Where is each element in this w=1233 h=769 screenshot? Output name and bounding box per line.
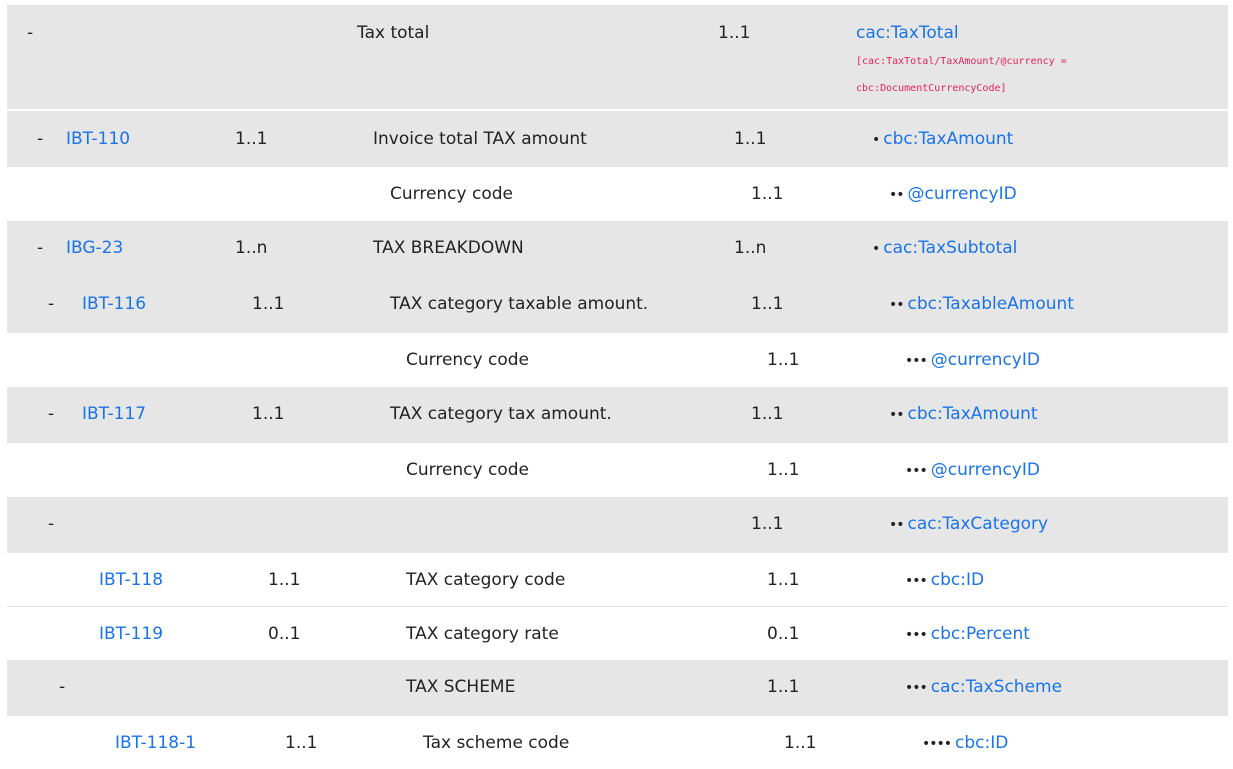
depth-dots: •• xyxy=(889,517,904,533)
ubl-path: • cac:TaxSubtotal xyxy=(872,237,1017,260)
ubl-path: ••• @currencyID xyxy=(905,459,1040,482)
ubl-path-link[interactable]: cbc:TaxAmount xyxy=(908,403,1038,425)
ubl-path-link[interactable]: cbc:Percent xyxy=(931,623,1030,645)
ubl-cardinality: 1..n xyxy=(734,238,767,258)
ubl-path: ••• cac:TaxScheme xyxy=(905,676,1062,699)
business-term-link[interactable]: IBT-118 xyxy=(99,569,163,591)
collapse-toggle[interactable]: - xyxy=(37,128,43,150)
element-name: TAX category rate xyxy=(406,624,559,644)
ubl-path: •• @currencyID xyxy=(889,183,1017,206)
element-name: TAX SCHEME xyxy=(406,677,516,697)
ubl-path-link[interactable]: cac:TaxCategory xyxy=(908,513,1049,535)
element-name: TAX category taxable amount. xyxy=(390,294,649,314)
depth-dots: ••• xyxy=(905,573,928,589)
table-row: - IBT-116 1..1 TAX category taxable amou… xyxy=(7,277,1228,333)
element-name: TAX BREAKDOWN xyxy=(373,238,524,258)
cardinality: 1..1 xyxy=(252,404,285,424)
depth-dots: ••• xyxy=(905,463,928,479)
collapse-toggle[interactable]: - xyxy=(48,513,54,535)
cardinality: 1..1 xyxy=(252,294,285,314)
table-row: - IBT-110 1..1 Invoice total TAX amount … xyxy=(7,111,1228,167)
ubl-path: •• cbc:TaxableAmount xyxy=(889,293,1074,316)
ubl-path: ••• @currencyID xyxy=(905,349,1040,372)
ubl-path: • cbc:TaxAmount xyxy=(872,128,1013,151)
business-group-link[interactable]: IBG-23 xyxy=(66,237,123,259)
table-row: - IBG-23 1..n TAX BREAKDOWN 1..n • cac:T… xyxy=(7,221,1228,277)
ubl-cardinality: 1..1 xyxy=(751,404,784,424)
syntax-binding-table: - Tax total 1..1 cac:TaxTotal [cac:TaxTo… xyxy=(0,0,1233,769)
collapse-toggle[interactable]: - xyxy=(48,403,54,425)
ubl-path-link[interactable]: cac:TaxTotal xyxy=(856,22,959,44)
depth-dots: ••• xyxy=(905,627,928,643)
ubl-path-link[interactable]: cac:TaxSubtotal xyxy=(883,237,1017,259)
depth-dots: •• xyxy=(889,297,904,313)
ubl-path: •••• cbc:ID xyxy=(922,732,1008,755)
depth-dots: • xyxy=(872,241,880,257)
rule-note-line-1: [cac:TaxTotal/TaxAmount/@currency = xyxy=(856,56,1067,67)
business-term-link[interactable]: IBT-118-1 xyxy=(115,732,196,754)
cardinality: 1..1 xyxy=(235,129,268,149)
element-name: Invoice total TAX amount xyxy=(373,129,587,149)
cardinality: 1..n xyxy=(235,238,268,258)
depth-dots: ••• xyxy=(905,680,928,696)
ubl-cardinality: 1..1 xyxy=(767,570,800,590)
ubl-path-link[interactable]: @currencyID xyxy=(931,459,1040,481)
business-term-link[interactable]: IBT-119 xyxy=(99,623,163,645)
collapse-toggle[interactable]: - xyxy=(37,237,43,259)
table-row: - TAX SCHEME 1..1 ••• cac:TaxScheme xyxy=(7,660,1228,716)
ubl-cardinality: 1..1 xyxy=(751,514,784,534)
ubl-cardinality: 1..1 xyxy=(784,733,817,753)
ubl-cardinality: 1..1 xyxy=(718,23,751,43)
ubl-cardinality: 0..1 xyxy=(767,624,800,644)
table-row: IBT-118-1 1..1 Tax scheme code 1..1 ••••… xyxy=(7,716,1228,769)
cardinality: 1..1 xyxy=(268,570,301,590)
depth-dots: ••• xyxy=(905,353,928,369)
collapse-toggle[interactable]: - xyxy=(59,676,65,698)
rule-note-line-2: cbc:DocumentCurrencyCode] xyxy=(856,83,1007,94)
table-row: Currency code 1..1 ••• @currencyID xyxy=(7,333,1228,387)
table-row: - IBT-117 1..1 TAX category tax amount. … xyxy=(7,387,1228,443)
table-row: Currency code 1..1 •• @currencyID xyxy=(7,167,1228,221)
depth-dots: •• xyxy=(889,407,904,423)
collapse-toggle[interactable]: - xyxy=(48,293,54,315)
depth-dots: • xyxy=(872,132,880,148)
ubl-path-link[interactable]: cbc:ID xyxy=(955,732,1008,754)
cardinality: 1..1 xyxy=(285,733,318,753)
ubl-path-link[interactable]: @currencyID xyxy=(931,349,1040,371)
ubl-cardinality: 1..1 xyxy=(751,294,784,314)
cardinality: 0..1 xyxy=(268,624,301,644)
ubl-path-link[interactable]: cbc:TaxAmount xyxy=(883,128,1013,150)
depth-dots: •• xyxy=(889,187,904,203)
ubl-cardinality: 1..1 xyxy=(767,677,800,697)
ubl-path-link[interactable]: cbc:TaxableAmount xyxy=(908,293,1074,315)
business-term-link[interactable]: IBT-117 xyxy=(82,403,146,425)
ubl-path: •• cbc:TaxAmount xyxy=(889,403,1038,426)
table-row: IBT-118 1..1 TAX category code 1..1 ••• … xyxy=(7,553,1228,606)
collapse-toggle[interactable]: - xyxy=(27,22,33,44)
element-name: TAX category tax amount. xyxy=(390,404,612,424)
table-row: Currency code 1..1 ••• @currencyID xyxy=(7,443,1228,497)
element-name: Tax total xyxy=(357,23,430,43)
element-name: Currency code xyxy=(406,350,529,370)
ubl-cardinality: 1..1 xyxy=(767,350,800,370)
ubl-cardinality: 1..1 xyxy=(734,129,767,149)
business-term-link[interactable]: IBT-116 xyxy=(82,293,146,315)
ubl-cardinality: 1..1 xyxy=(767,460,800,480)
element-name: Tax scheme code xyxy=(423,733,570,753)
ubl-cardinality: 1..1 xyxy=(751,184,784,204)
element-name: Currency code xyxy=(390,184,513,204)
business-term-link[interactable]: IBT-110 xyxy=(66,128,130,150)
element-name: Currency code xyxy=(406,460,529,480)
table-row: - Tax total 1..1 cac:TaxTotal [cac:TaxTo… xyxy=(7,5,1228,109)
element-name: TAX category code xyxy=(406,570,566,590)
ubl-path: ••• cbc:Percent xyxy=(905,623,1030,646)
table-row: IBT-119 0..1 TAX category rate 0..1 ••• … xyxy=(7,606,1228,661)
table-row: - 1..1 •• cac:TaxCategory xyxy=(7,497,1228,553)
ubl-path: •• cac:TaxCategory xyxy=(889,513,1048,536)
depth-dots: •••• xyxy=(922,736,952,752)
ubl-path: ••• cbc:ID xyxy=(905,569,984,592)
ubl-path-link[interactable]: @currencyID xyxy=(908,183,1017,205)
ubl-path-link[interactable]: cac:TaxScheme xyxy=(931,676,1062,698)
ubl-path-link[interactable]: cbc:ID xyxy=(931,569,984,591)
